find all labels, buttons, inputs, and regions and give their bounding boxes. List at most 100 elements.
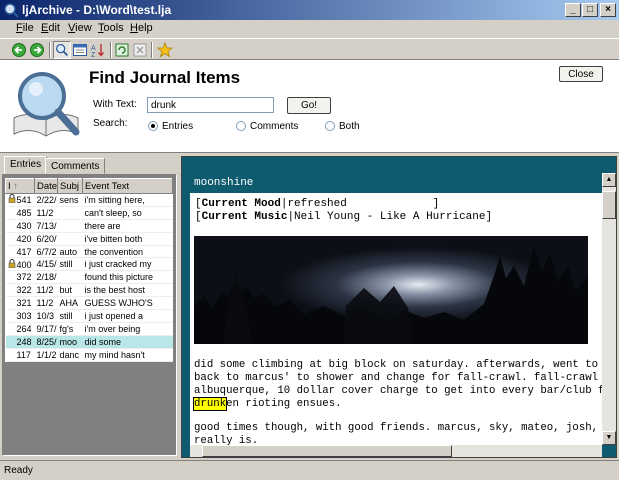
- entry-id-cell: 248: [5, 335, 35, 349]
- table-row[interactable]: 400 4/15/still i just cracked my: [5, 257, 173, 272]
- lock-icon: [8, 194, 15, 204]
- entry-subject-cell: but: [57, 283, 83, 298]
- entry-subject-cell: [57, 232, 83, 246]
- app-icon: [4, 3, 19, 18]
- entry-subject-cell: moo: [57, 335, 83, 349]
- search-label: Search:: [93, 118, 128, 129]
- toolbar-separator: [49, 42, 51, 58]
- table-row[interactable]: 372 2/18/found this picture: [5, 270, 173, 285]
- menu-view[interactable]: View: [68, 22, 92, 34]
- table-row[interactable]: 248 8/25/moo did some: [5, 335, 173, 349]
- entry-subject: moonshine: [190, 173, 602, 193]
- column-header-id[interactable]: I ↑: [5, 178, 35, 194]
- horizontal-scroll-thumb[interactable]: [202, 445, 452, 457]
- entry-subject-cell: fg's: [57, 322, 83, 336]
- table-row[interactable]: 264 9/17/fg's i'm over being: [5, 322, 173, 336]
- menu-edit[interactable]: Edit: [41, 22, 60, 34]
- toolbar-separator: [151, 42, 153, 58]
- entry-photo: [194, 236, 588, 344]
- entry-id-cell: 400: [5, 257, 35, 272]
- table-row[interactable]: 430 7/13/there are: [5, 219, 173, 233]
- status-bar: Ready: [0, 460, 619, 480]
- favorite-star-icon[interactable]: [156, 41, 174, 59]
- tab-entries[interactable]: Entries: [4, 156, 48, 174]
- horizontal-scrollbar[interactable]: [190, 445, 602, 457]
- find-icon[interactable]: [53, 41, 71, 59]
- entry-date-cell: 1/1/2: [34, 348, 58, 362]
- svg-text:A: A: [91, 45, 96, 52]
- entry-text-cell: GUESS WJHO'S: [82, 296, 173, 311]
- entry-date-cell: 7/13/: [34, 219, 58, 233]
- table-row[interactable]: 420 6/20/i've bitten both: [5, 232, 173, 246]
- entry-text-line: back to marcus' to shower and change for…: [194, 372, 599, 384]
- go-button[interactable]: Go!: [287, 97, 331, 114]
- table-row[interactable]: 322 11/2 but is the best host: [5, 283, 173, 298]
- entry-id-cell: 485: [5, 206, 35, 220]
- minimize-button[interactable]: _: [565, 3, 581, 17]
- radio-comments-label: Comments: [250, 121, 299, 132]
- refresh-icon[interactable]: [113, 41, 131, 59]
- entry-text-cell: found this picture: [82, 270, 173, 285]
- entry-id-cell: 372: [5, 270, 35, 285]
- entry-date-cell: 11/2: [34, 206, 58, 220]
- radio-entries-label: Entries: [162, 121, 194, 132]
- vertical-scroll-thumb[interactable]: [602, 191, 616, 219]
- forward-arrow-icon[interactable]: [28, 41, 46, 59]
- left-tabs: Entries Comments: [0, 156, 178, 174]
- table-row[interactable]: 303 10/3 still i just opened a: [5, 309, 173, 323]
- radio-both-label: Both: [339, 121, 360, 132]
- column-header-event-text[interactable]: Event Text: [82, 178, 173, 194]
- entry-id-cell: 117: [5, 348, 35, 362]
- menu-tools[interactable]: Tools: [98, 22, 124, 34]
- entry-viewer: moonshine [Current Mood|refreshed ] [Cur…: [190, 173, 602, 445]
- back-arrow-icon[interactable]: [10, 41, 28, 59]
- find-panel: Find Journal Items With Text: Go! Close …: [0, 60, 619, 153]
- vertical-scrollbar[interactable]: ▲ ▼: [602, 173, 616, 445]
- entry-id-cell: 417: [5, 245, 35, 259]
- entry-date-cell: 11/2: [34, 283, 58, 298]
- search-input[interactable]: [147, 97, 274, 113]
- entry-text-cell: i'm sitting here,: [82, 193, 173, 207]
- table-row[interactable]: 321 11/2 AHA GUESS WJHO'S: [5, 296, 173, 311]
- entry-date-cell: 2/18/: [34, 270, 58, 285]
- status-text: Ready: [4, 465, 33, 476]
- with-text-label: With Text:: [93, 99, 137, 110]
- entry-text-cell: the convention: [82, 245, 173, 259]
- entry-text-line: really is.: [194, 435, 259, 445]
- close-window-button[interactable]: ×: [600, 3, 616, 17]
- scroll-up-arrow-icon[interactable]: ▲: [602, 173, 616, 187]
- entry-date-cell: 6/20/: [34, 232, 58, 246]
- entry-date-cell: 6/7/2: [34, 245, 58, 259]
- menu-help[interactable]: Help: [130, 22, 153, 34]
- radio-comments[interactable]: [236, 121, 246, 131]
- scroll-down-arrow-icon[interactable]: ▼: [602, 431, 616, 445]
- entries-grid: I ↑ Date Subj Event Text 541 2/22/sens i'm…: [5, 178, 173, 362]
- column-header-date[interactable]: Date: [34, 178, 58, 194]
- menu-file[interactable]: File: [16, 22, 34, 34]
- entry-id-cell: 322: [5, 283, 35, 298]
- radio-entries[interactable]: [148, 121, 158, 131]
- delete-icon[interactable]: [131, 41, 149, 59]
- entry-text-cell: did some: [82, 335, 173, 349]
- entry-date-cell: 4/15/: [34, 257, 58, 272]
- entry-subject-cell: AHA: [57, 296, 83, 311]
- radio-both[interactable]: [325, 121, 335, 131]
- column-header-subject[interactable]: Subj: [57, 178, 83, 194]
- table-row[interactable]: 117 1/1/2 danc my mind hasn't: [5, 348, 173, 362]
- table-row[interactable]: 417 6/7/2 auto the convention: [5, 245, 173, 259]
- sort-icon[interactable]: A Z: [89, 41, 107, 59]
- entry-subject-cell: sens: [57, 193, 83, 207]
- entry-text-cell: i just opened a: [82, 309, 173, 323]
- maximize-button[interactable]: □: [582, 3, 598, 17]
- entry-text-cell: i just cracked my: [82, 257, 173, 272]
- table-row[interactable]: 541 2/22/sens i'm sitting here,: [5, 193, 173, 207]
- tab-comments[interactable]: Comments: [45, 158, 106, 174]
- table-row[interactable]: 485 11/2 can't sleep, so: [5, 206, 173, 220]
- entry-id-cell: 321: [5, 296, 35, 311]
- entry-id-cell: 420: [5, 232, 35, 246]
- view-icon[interactable]: [71, 41, 89, 59]
- close-find-button[interactable]: Close: [559, 66, 603, 82]
- sort-ascending-icon: ↑: [13, 180, 19, 192]
- entry-subject-cell: [57, 219, 83, 233]
- entry-date-cell: 2/22/: [34, 193, 58, 207]
